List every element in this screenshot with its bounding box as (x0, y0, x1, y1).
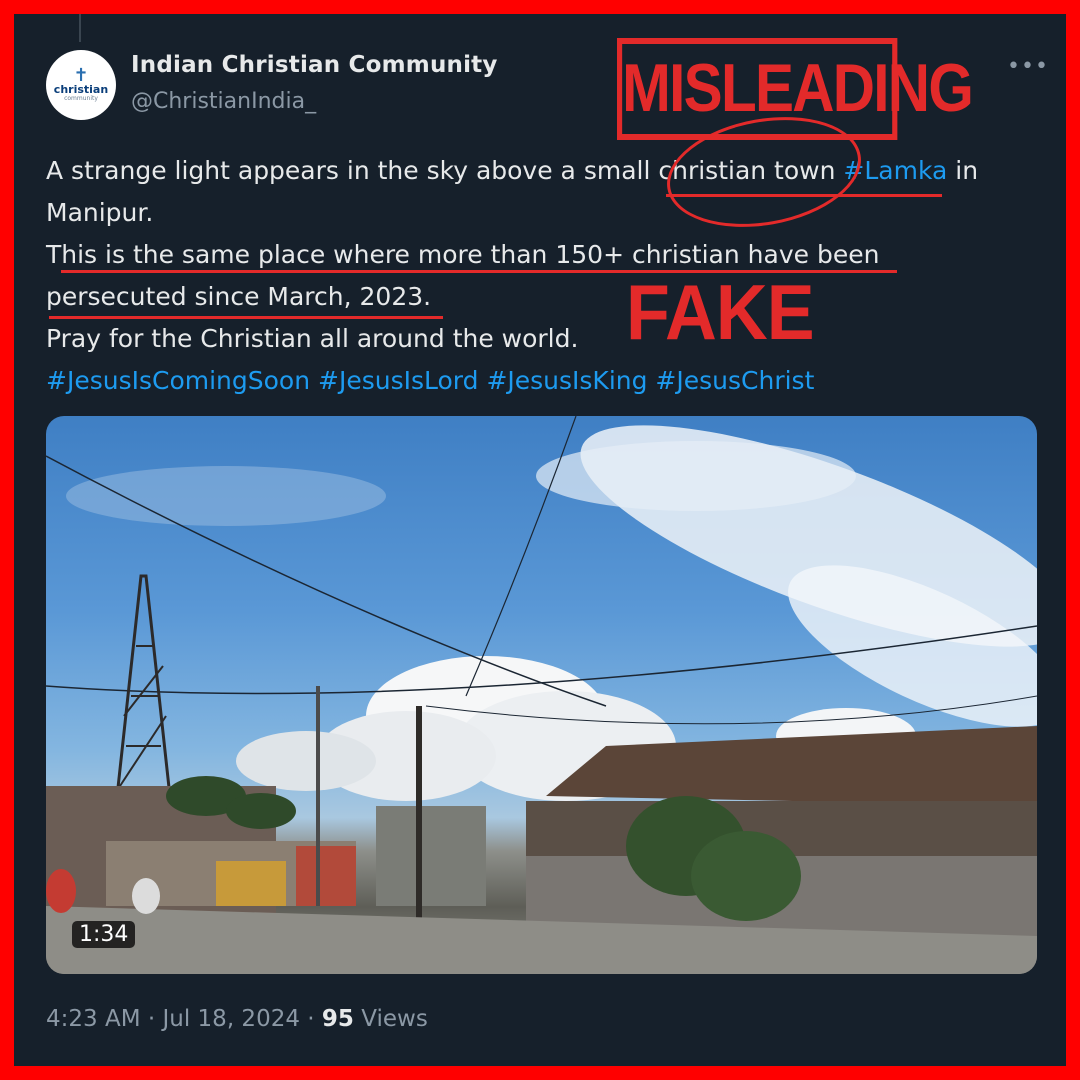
tweet-line-1c: in (947, 156, 979, 185)
author-name[interactable]: Indian Christian Community (131, 52, 498, 78)
avatar[interactable]: ✝ christian community (46, 50, 116, 120)
tweet-line-4: persecuted since March, 2023. (46, 282, 432, 311)
tweet-card: ✝ christian community Indian Christian C… (14, 14, 1066, 1066)
tweet-line-2: Manipur. (46, 198, 154, 227)
tweet-line-1a: A strange light appears in the sky above… (46, 156, 659, 185)
video-thumbnail (46, 416, 1037, 974)
annotation-underline-3 (49, 316, 443, 319)
cross-icon: ✝ (73, 65, 89, 86)
video-player[interactable]: 1:34 (46, 416, 1037, 974)
hashtags[interactable]: #JesusIsComingSoon #JesusIsLord #JesusIs… (46, 360, 1036, 402)
video-duration: 1:34 (72, 921, 136, 948)
avatar-logo-text: christian (53, 83, 109, 96)
tweet-date[interactable]: Jul 18, 2024 (162, 1006, 299, 1032)
views-count: 95 (321, 1006, 354, 1032)
avatar-logo-subtext: community (64, 95, 98, 102)
views-label: Views (361, 1006, 428, 1032)
tweet-line-5: Pray for the Christian all around the wo… (46, 324, 579, 353)
fake-stamp: FAKE (626, 268, 815, 356)
tweet-line-1: A strange light appears in the sky above… (46, 150, 1036, 192)
more-options-icon[interactable]: ••• (1007, 54, 1049, 79)
thread-line (79, 14, 81, 42)
annotation-underline-1 (666, 194, 942, 197)
meta-separator: · (140, 1006, 163, 1032)
tweet-text: A strange light appears in the sky above… (46, 150, 1036, 402)
tweet-metadata: 4:23 AM · Jul 18, 2024 · 95 Views (46, 1006, 428, 1032)
meta-separator: · (299, 1006, 322, 1032)
tweet-time[interactable]: 4:23 AM (46, 1006, 141, 1032)
author-handle[interactable]: @ChristianIndia_ (131, 89, 316, 114)
misleading-stamp: MISLEADING (617, 38, 974, 140)
